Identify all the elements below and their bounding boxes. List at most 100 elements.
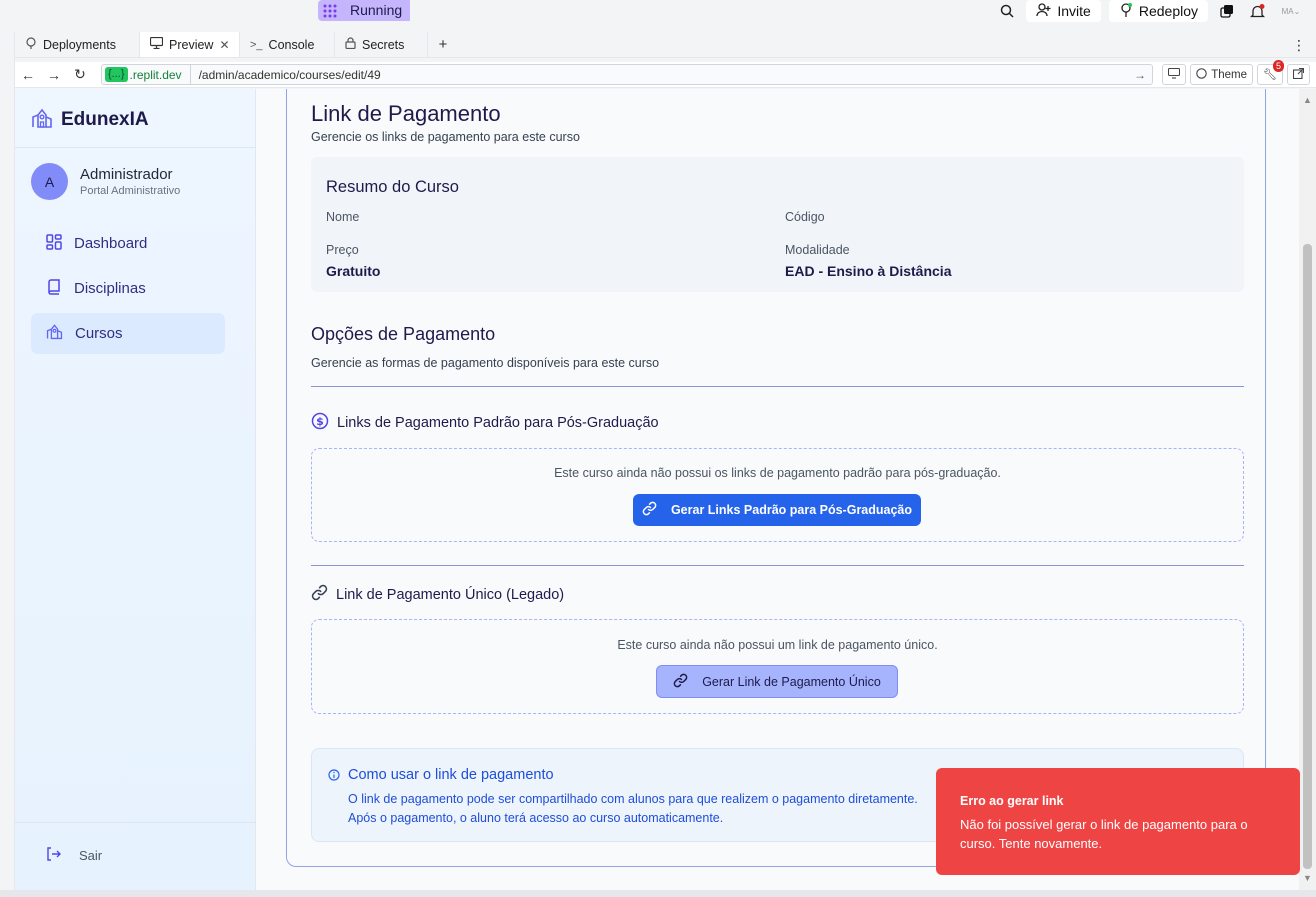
logout-label: Sair xyxy=(79,848,103,863)
logout-button[interactable]: Sair xyxy=(46,847,102,864)
divider xyxy=(15,147,256,148)
avatar: A xyxy=(31,163,68,200)
standard-links-heading: $ Links de Pagamento Padrão para Pós-Gra… xyxy=(311,412,659,434)
close-icon[interactable]: ✕ xyxy=(219,38,229,52)
name-label: Nome xyxy=(326,210,360,224)
scrollbar[interactable]: ▲ ▼ xyxy=(1299,89,1316,890)
scroll-down-icon[interactable]: ▼ xyxy=(1303,873,1312,883)
price-value: Gratuito xyxy=(326,263,381,279)
brand-name: EdunexIA xyxy=(61,108,149,130)
workspace-tabs: Deployments Preview ✕ >_ Console Secrets… xyxy=(15,32,1316,58)
dashboard-icon xyxy=(46,233,62,254)
scroll-up-icon[interactable]: ▲ xyxy=(1303,95,1312,105)
school-icon xyxy=(31,107,53,132)
sidebar: EdunexIA A Administrador Portal Administ… xyxy=(15,89,256,890)
forward-arrow-icon[interactable]: → xyxy=(41,67,67,83)
invite-label: Invite xyxy=(1057,3,1091,19)
sidebar-item-label: Dashboard xyxy=(74,235,148,252)
tab-label: Console xyxy=(268,37,315,52)
payment-link-card: Link de Pagamento Gerencie os links de p… xyxy=(286,89,1266,867)
sidebar-item-cursos[interactable]: Cursos xyxy=(31,313,225,354)
payment-options-title: Opções de Pagamento xyxy=(311,324,496,344)
monitor-icon xyxy=(149,36,164,52)
logout-icon xyxy=(46,847,61,864)
url-path: /admin/academico/courses/edit/49 xyxy=(198,67,381,82)
avatar[interactable]: MA ⌄ xyxy=(1276,0,1306,22)
device-toggle-button[interactable] xyxy=(1162,64,1187,85)
tab-secrets[interactable]: Secrets xyxy=(335,32,428,57)
user-profile[interactable]: A Administrador Portal Administrativo xyxy=(31,163,180,200)
redeploy-label: Redeploy xyxy=(1138,3,1198,19)
go-arrow-icon[interactable]: → xyxy=(1134,68,1152,82)
generate-standard-links-button[interactable]: Gerar Links Padrão para Pós-Graduação xyxy=(633,494,921,526)
tab-console[interactable]: >_ Console xyxy=(240,32,335,57)
tab-label: Secrets xyxy=(362,37,405,52)
school-icon xyxy=(46,323,63,344)
info-line-1: O link de pagamento pode ser compartilha… xyxy=(348,792,918,806)
theme-button[interactable]: Theme xyxy=(1190,64,1254,85)
link-icon xyxy=(673,673,688,691)
new-tab-button[interactable]: + xyxy=(428,32,458,57)
copy-icon[interactable] xyxy=(1216,0,1238,22)
devtools-badge: 5 xyxy=(1272,60,1284,72)
reload-icon[interactable]: ↻ xyxy=(67,66,93,83)
search-icon[interactable] xyxy=(996,0,1018,22)
single-link-empty: Este curso ainda não possui um link de p… xyxy=(311,619,1244,714)
tab-label: Deployments xyxy=(43,37,116,52)
payment-options-subtitle: Gerencie as formas de pagamento disponív… xyxy=(311,356,660,370)
left-panel-edge xyxy=(0,32,15,897)
url-field[interactable]: {...} .replit.dev /admin/academico/cours… xyxy=(101,64,1153,85)
divider xyxy=(15,822,256,823)
error-toast[interactable]: Erro ao gerar link Não foi possível gera… xyxy=(936,768,1300,875)
user-name: Administrador xyxy=(80,166,173,183)
button-label: Gerar Links Padrão para Pós-Graduação xyxy=(670,503,913,517)
user-role: Portal Administrativo xyxy=(80,185,181,197)
notification-bell-icon[interactable] xyxy=(1246,0,1268,22)
brand[interactable]: EdunexIA xyxy=(31,107,149,132)
devtools-button[interactable]: 🔧︎ 5 xyxy=(1257,60,1284,85)
single-link-message: Este curso ainda não possui um link de p… xyxy=(617,638,938,652)
sidebar-item-label: Cursos xyxy=(75,325,123,342)
info-icon xyxy=(328,769,340,784)
external-link-icon xyxy=(1292,67,1305,82)
theme-label: Theme xyxy=(1211,68,1248,81)
toast-description: Não foi possível gerar o link de pagamen… xyxy=(960,817,1248,851)
sidebar-item-label: Disciplinas xyxy=(74,280,146,297)
redeploy-button[interactable]: Redeploy xyxy=(1108,0,1208,22)
page-title: Link de Pagamento xyxy=(311,101,501,126)
sidebar-item-dashboard[interactable]: Dashboard xyxy=(31,223,225,264)
tab-label: Preview xyxy=(169,37,214,52)
more-options-icon[interactable]: ⋮ xyxy=(1292,37,1306,54)
deployments-icon xyxy=(25,37,37,52)
tab-deployments[interactable]: Deployments xyxy=(15,32,140,57)
deploy-icon xyxy=(1119,2,1133,20)
divider xyxy=(311,565,1244,566)
back-arrow-icon[interactable]: ← xyxy=(15,67,41,83)
standard-links-title: Links de Pagamento Padrão para Pós-Gradu… xyxy=(337,415,659,431)
tab-preview[interactable]: Preview ✕ xyxy=(140,32,240,57)
info-title: Como usar o link de pagamento xyxy=(348,767,554,783)
generate-single-link-button[interactable]: Gerar Link de Pagamento Único xyxy=(656,665,898,698)
modality-label: Modalidade xyxy=(785,243,850,257)
single-link-title: Link de Pagamento Único (Legado) xyxy=(336,586,565,603)
button-label: Gerar Link de Pagamento Único xyxy=(702,674,881,689)
add-user-icon xyxy=(1036,2,1051,20)
invite-button[interactable]: Invite xyxy=(1026,0,1101,22)
lock-icon xyxy=(345,37,356,52)
info-line-2: Após o pagamento, o aluno terá acesso ao… xyxy=(348,811,724,825)
open-external-button[interactable] xyxy=(1287,64,1310,85)
monitor-icon xyxy=(1168,67,1181,82)
replit-topbar: Running Invite Redeploy MA ⌄ xyxy=(0,0,1316,30)
scrollbar-thumb[interactable] xyxy=(1303,244,1312,869)
divider xyxy=(311,386,1244,387)
preview-address-bar: ← → ↻ {...} .replit.dev /admin/academico… xyxy=(15,60,1316,88)
running-label: Running xyxy=(342,0,411,21)
run-status[interactable]: Running xyxy=(318,0,411,21)
sidebar-item-disciplinas[interactable]: Disciplinas xyxy=(31,268,225,309)
chevron-down-icon: ⌄ xyxy=(1293,6,1301,16)
single-link-heading: Link de Pagamento Único (Legado) xyxy=(311,584,564,605)
book-icon xyxy=(46,278,62,299)
url-host: {...} .replit.dev xyxy=(102,65,191,84)
link-icon xyxy=(311,584,328,605)
host-pill: {...} xyxy=(105,67,128,82)
